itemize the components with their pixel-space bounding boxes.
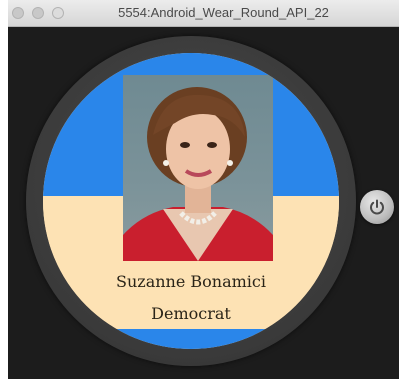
minimize-window-button[interactable] — [32, 7, 44, 19]
window-title: 5554:Android_Wear_Round_API_22 — [118, 5, 329, 20]
title-bar: 5554:Android_Wear_Round_API_22 — [8, 0, 399, 27]
legislator-party: Democrat — [151, 304, 231, 323]
power-icon — [370, 199, 384, 215]
zoom-window-button[interactable] — [52, 7, 64, 19]
party-color-band-bottom — [43, 329, 339, 349]
emulator-window: 5554:Android_Wear_Round_API_22 Suzanne B… — [8, 0, 399, 379]
legislator-photo — [123, 75, 273, 261]
portrait-image — [123, 87, 273, 261]
power-button[interactable] — [360, 190, 394, 224]
legislator-name: Suzanne Bonamici — [116, 272, 266, 291]
close-window-button[interactable] — [12, 7, 24, 19]
watch-screen[interactable]: Suzanne Bonamici Democrat — [43, 53, 339, 349]
